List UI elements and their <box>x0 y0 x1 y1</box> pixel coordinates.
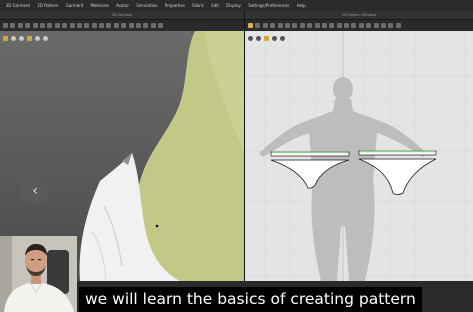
3d-window-titlebar: 3D Window <box>0 11 244 20</box>
view-icon[interactable] <box>35 35 40 41</box>
3d-view-controls <box>0 31 244 45</box>
view-icon[interactable] <box>272 35 277 41</box>
menu-garment[interactable]: Garment <box>62 3 87 8</box>
view-icon[interactable] <box>248 35 253 41</box>
tool-icon[interactable] <box>270 23 276 28</box>
tool-icon[interactable] <box>255 23 261 28</box>
2d-toolbar <box>245 20 473 31</box>
tool-icon[interactable] <box>292 23 298 28</box>
tool-icon[interactable] <box>91 23 97 28</box>
2d-view-controls <box>245 31 473 45</box>
tool-icon[interactable] <box>121 23 127 28</box>
view-icon[interactable] <box>43 35 48 41</box>
2d-window-title: 2D Pattern Window <box>341 13 377 17</box>
tool-icon[interactable] <box>329 23 335 28</box>
view-icon[interactable] <box>27 35 32 41</box>
tool-icon[interactable] <box>388 23 394 28</box>
menu-help[interactable]: Help <box>293 3 309 8</box>
menu-edit[interactable]: Edit <box>208 3 223 8</box>
tool-icon[interactable] <box>39 23 45 28</box>
tool-icon[interactable] <box>69 23 75 28</box>
tool-icon[interactable] <box>158 23 164 28</box>
menu-3d-garment[interactable]: 3D Garment <box>2 3 34 8</box>
tool-icon[interactable] <box>358 23 364 28</box>
tool-icon[interactable] <box>47 23 53 28</box>
tool-icon[interactable] <box>381 23 387 28</box>
tool-icon[interactable] <box>10 23 16 28</box>
2d-viewport[interactable] <box>245 31 473 281</box>
tool-icon[interactable] <box>284 23 290 28</box>
video-subtitle: we will learn the basics of creating pat… <box>79 287 422 312</box>
app-window: 3D Garment 2D Pattern Garment Materials … <box>0 0 473 312</box>
2d-window-titlebar: 2D Pattern Window <box>245 11 473 20</box>
tool-icon[interactable] <box>136 23 142 28</box>
menu-simulation[interactable]: Simulation <box>133 3 162 8</box>
tool-icon[interactable] <box>366 23 372 28</box>
2d-scene <box>245 31 473 281</box>
tool-icon[interactable] <box>314 23 320 28</box>
menu-bar: 3D Garment 2D Pattern Garment Materials … <box>0 0 473 11</box>
tool-icon[interactable] <box>113 23 119 28</box>
tool-icon[interactable] <box>299 23 305 28</box>
tool-icon[interactable] <box>307 23 313 28</box>
view-icon[interactable] <box>280 35 285 41</box>
tool-icon[interactable] <box>351 23 357 28</box>
menu-display[interactable]: Display <box>223 3 245 8</box>
tool-icon[interactable] <box>321 23 327 28</box>
tool-icon[interactable] <box>143 23 149 28</box>
menu-avatar[interactable]: Avatar <box>112 3 132 8</box>
tool-icon[interactable] <box>373 23 379 28</box>
3d-window-title: 3D Window <box>111 13 133 17</box>
view-icon[interactable] <box>11 35 16 41</box>
tool-icon[interactable] <box>262 23 268 28</box>
presenter-video <box>0 236 77 312</box>
tool-icon[interactable] <box>336 23 342 28</box>
tool-icon[interactable] <box>277 23 283 28</box>
tool-icon[interactable] <box>395 23 401 28</box>
tool-icon[interactable] <box>76 23 82 28</box>
menu-settings[interactable]: Settings/Preferences <box>245 3 293 8</box>
chevron-left-icon[interactable]: ‹ <box>21 177 49 205</box>
select-tool-icon[interactable] <box>248 23 253 28</box>
tool-icon[interactable] <box>32 23 38 28</box>
menu-2d-pattern[interactable]: 2D Pattern <box>34 3 62 8</box>
tool-icon[interactable] <box>54 23 60 28</box>
tool-icon[interactable] <box>128 23 134 28</box>
menu-properties[interactable]: Properties <box>161 3 188 8</box>
menu-materials[interactable]: Materials <box>87 3 113 8</box>
tool-icon[interactable] <box>84 23 90 28</box>
menu-fabric[interactable]: Fabric <box>189 3 208 8</box>
3d-toolbar <box>0 20 244 31</box>
tool-icon[interactable] <box>150 23 156 28</box>
tool-icon[interactable] <box>62 23 68 28</box>
tool-icon[interactable] <box>344 23 350 28</box>
cursor-point <box>155 224 159 228</box>
tool-icon[interactable] <box>25 23 31 28</box>
view-icon[interactable] <box>19 35 24 41</box>
webcam-overlay <box>0 236 77 312</box>
tool-icon[interactable] <box>99 23 105 28</box>
view-icon[interactable] <box>3 35 8 41</box>
tool-icon[interactable] <box>106 23 112 28</box>
tool-icon[interactable] <box>3 23 8 28</box>
tool-icon[interactable] <box>17 23 23 28</box>
view-icon[interactable] <box>256 35 261 41</box>
view-icon[interactable] <box>264 35 269 41</box>
